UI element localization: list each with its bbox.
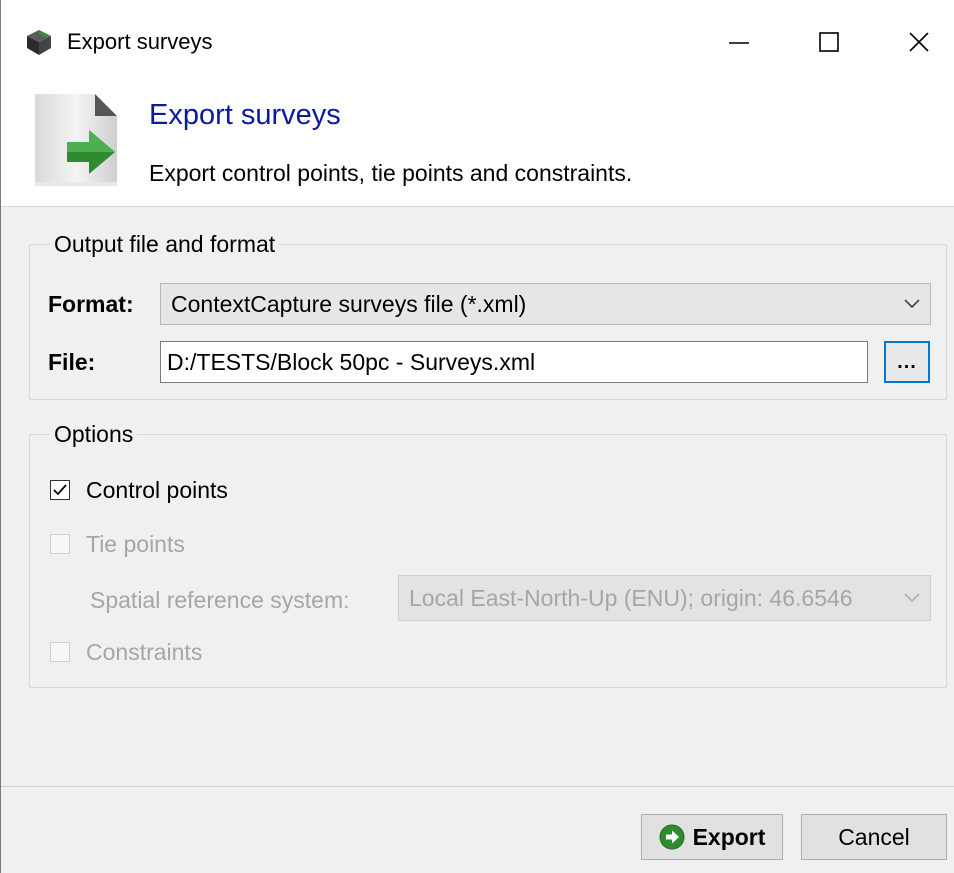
title-bar: Export surveys [1, 0, 954, 84]
cancel-button[interactable]: Cancel [801, 814, 947, 860]
checkmark-icon [53, 484, 67, 496]
export-button[interactable]: Export [641, 814, 783, 860]
tie-points-checkbox[interactable] [50, 534, 70, 554]
cube-icon [27, 30, 51, 55]
constraints-checkbox[interactable] [50, 642, 70, 662]
file-path-input[interactable]: D:/TESTS/Block 50pc - Surveys.xml [160, 341, 868, 383]
control-points-option[interactable]: Control points [50, 475, 228, 505]
chevron-down-icon [904, 284, 920, 324]
tie-points-label: Tie points [86, 531, 185, 557]
constraints-option[interactable]: Constraints [50, 637, 202, 667]
maximize-button[interactable] [799, 16, 859, 68]
file-export-icon [35, 94, 117, 186]
close-button[interactable] [889, 16, 949, 68]
window-title: Export surveys [67, 29, 213, 54]
maximize-icon [819, 32, 839, 52]
srs-dropdown[interactable]: Local East-North-Up (ENU); origin: 46.65… [398, 575, 931, 621]
close-icon [909, 32, 929, 52]
control-points-label: Control points [86, 477, 228, 503]
footer-divider [1, 786, 954, 787]
browse-button[interactable]: ... [884, 341, 930, 383]
file-label: File: [48, 349, 96, 375]
green-arrow-circle-icon [659, 824, 685, 850]
format-label: Format: [48, 291, 134, 317]
output-file-group: Output file and format Format: ContextCa… [29, 229, 947, 400]
output-group-title: Output file and format [50, 229, 280, 259]
export-surveys-dialog: Export surveys Export surveys Export con… [0, 0, 954, 873]
control-points-checkbox[interactable] [50, 480, 70, 500]
minimize-icon [729, 42, 749, 44]
srs-label: Spatial reference system: [90, 587, 350, 613]
header-title: Export surveys [149, 99, 341, 131]
format-value: ContextCapture surveys file (*.xml) [171, 291, 527, 317]
header-description: Export control points, tie points and co… [149, 160, 633, 186]
tie-points-option[interactable]: Tie points [50, 529, 185, 559]
dialog-header: Export surveys Export control points, ti… [1, 84, 954, 207]
chevron-down-icon [904, 576, 920, 620]
minimize-button[interactable] [709, 16, 769, 68]
options-group-title: Options [50, 419, 138, 449]
options-group: Options Control points Tie points Spatia… [29, 419, 947, 688]
srs-value: Local East-North-Up (ENU); origin: 46.65… [409, 585, 853, 611]
constraints-label: Constraints [86, 639, 203, 665]
format-dropdown[interactable]: ContextCapture surveys file (*.xml) [160, 283, 931, 325]
export-label: Export [692, 824, 766, 850]
